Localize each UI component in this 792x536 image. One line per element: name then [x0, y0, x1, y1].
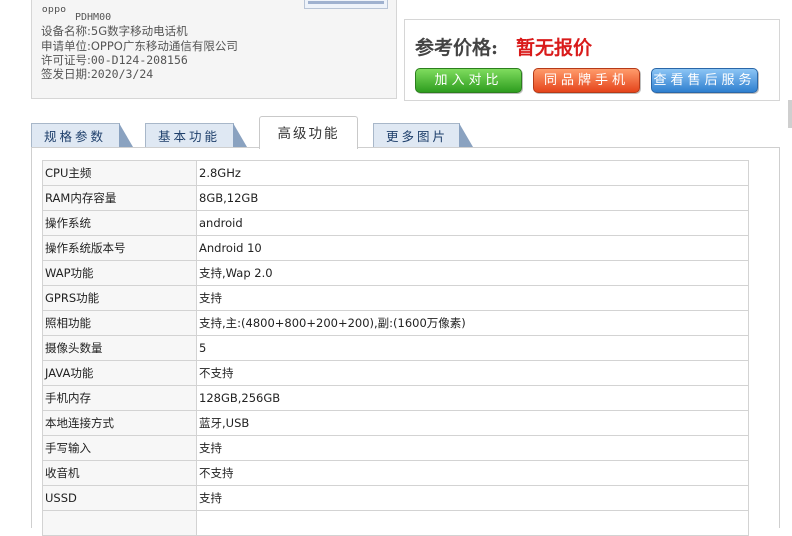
brand-logo: oppo [42, 5, 67, 15]
table-row: GPRS功能 支持 [42, 285, 749, 311]
tab-label: 更多图片 [386, 129, 449, 144]
price-panel: 参考价格: 暂无报价 加入对比 同品牌手机 查看售后服务 [404, 19, 780, 101]
spec-key: 操作系统版本号 [42, 235, 197, 261]
table-row: 操作系统版本号 Android 10 [42, 235, 749, 261]
spec-key: 手写输入 [42, 435, 197, 461]
table-row: 手机内存 128GB,256GB [42, 385, 749, 411]
device-info-panel: oppo PDHM00 设备名称:5G数字移动电话机 申请单位:OPPO广东移动… [31, 0, 397, 99]
spec-value: 支持 [196, 485, 749, 511]
spec-key: GPRS功能 [42, 285, 197, 311]
tab-label: 高级功能 [277, 126, 340, 142]
after-sales-service-button[interactable]: 查看售后服务 [651, 68, 758, 93]
table-row: 操作系统 android [42, 210, 749, 236]
spec-value: 不支持 [196, 460, 749, 486]
spec-value: 蓝牙,USB [196, 410, 749, 436]
info-issue-date: 签发日期:2020/3/24 [41, 67, 154, 81]
table-row: RAM内存容量 8GB,12GB [42, 185, 749, 211]
spec-key: 摄像头数量 [42, 335, 197, 361]
spec-key: 收音机 [42, 460, 197, 486]
info-value: 2020/3/24 [90, 67, 154, 81]
spec-value: 不支持 [196, 360, 749, 386]
spec-key: USSD [42, 485, 197, 511]
spec-value: 支持,主:(4800+800+200+200),副:(1600万像素) [196, 310, 749, 336]
spec-key: 本地连接方式 [42, 410, 197, 436]
spec-value: 5 [196, 335, 749, 361]
info-label: 许可证号 [41, 53, 87, 67]
tab-basic-features[interactable]: 基本功能 [145, 123, 247, 147]
certification-badge [304, 0, 388, 9]
spec-key: JAVA功能 [42, 360, 197, 386]
info-label: 设备名称 [41, 24, 87, 38]
table-row: 手写输入 支持 [42, 435, 749, 461]
info-value: 00-D124-208156 [90, 53, 188, 67]
tab-specifications[interactable]: 规格参数 [31, 123, 133, 147]
spec-value: Android 10 [196, 235, 749, 261]
spec-key: 手机内存 [42, 385, 197, 411]
spec-value: 支持,Wap 2.0 [196, 260, 749, 286]
table-row: JAVA功能 不支持 [42, 360, 749, 386]
spec-value: 支持 [196, 435, 749, 461]
spec-key [42, 510, 197, 536]
info-device-name: 设备名称:5G数字移动电话机 [41, 24, 188, 38]
table-row: 收音机 不支持 [42, 460, 749, 486]
tab-advanced-features[interactable]: 高级功能 [259, 116, 358, 149]
spec-key: CPU主频 [42, 160, 197, 186]
info-value: 5G数字移动电话机 [90, 24, 188, 38]
spec-value: android [196, 210, 749, 236]
table-row: USSD 支持 [42, 485, 749, 511]
spec-value [196, 510, 749, 536]
table-row: CPU主频 2.8GHz [42, 160, 749, 186]
spec-key: 照相功能 [42, 310, 197, 336]
spec-value: 8GB,12GB [196, 185, 749, 211]
spec-value: 2.8GHz [196, 160, 749, 186]
tab-more-images[interactable]: 更多图片 [373, 123, 473, 147]
table-row: 摄像头数量 5 [42, 335, 749, 361]
price-label: 参考价格: [415, 37, 499, 59]
price-value: 暂无报价 [516, 37, 593, 59]
spec-key: 操作系统 [42, 210, 197, 236]
tab-label: 基本功能 [158, 129, 221, 144]
tab-label: 规格参数 [44, 129, 107, 144]
info-label: 签发日期 [41, 67, 87, 81]
scrollbar-edge[interactable] [788, 100, 792, 128]
info-value: OPPO广东移动通信有限公司 [90, 39, 238, 53]
model-code: PDHM00 [75, 12, 112, 23]
spec-table: CPU主频 2.8GHz RAM内存容量 8GB,12GB 操作系统 android 操作系… [42, 160, 749, 536]
table-row [42, 510, 749, 536]
add-to-compare-button[interactable]: 加入对比 [415, 68, 522, 93]
spec-value: 支持 [196, 285, 749, 311]
table-row: WAP功能 支持,Wap 2.0 [42, 260, 749, 286]
table-row: 本地连接方式 蓝牙,USB [42, 410, 749, 436]
spec-value: 128GB,256GB [196, 385, 749, 411]
spec-key: RAM内存容量 [42, 185, 197, 211]
info-label: 申请单位 [41, 39, 87, 53]
spec-key: WAP功能 [42, 260, 197, 286]
table-row: 照相功能 支持,主:(4800+800+200+200),副:(1600万像素) [42, 310, 749, 336]
same-brand-phones-button[interactable]: 同品牌手机 [533, 68, 640, 93]
